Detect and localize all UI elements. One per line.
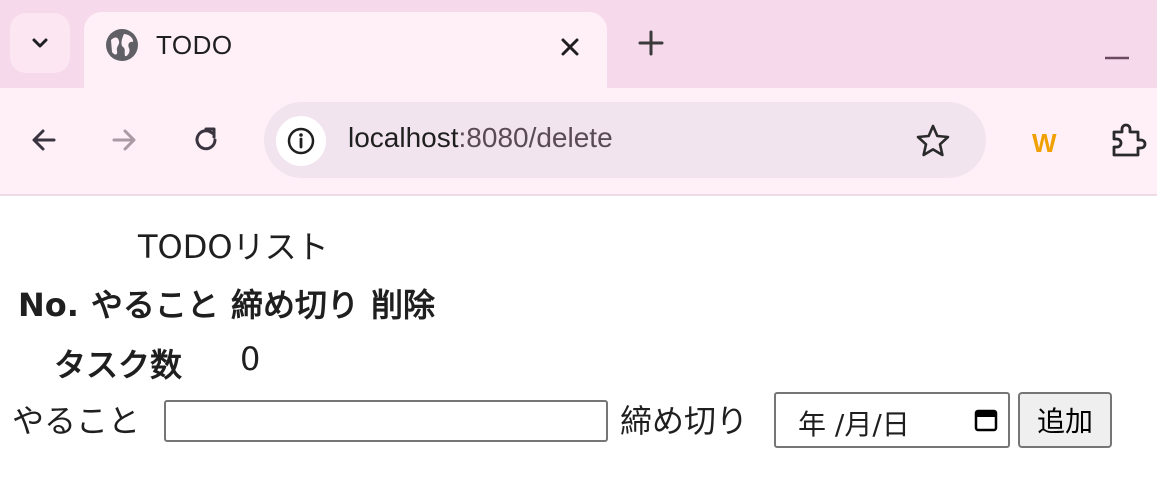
chevron-down-icon — [32, 38, 48, 48]
plus-icon[interactable] — [634, 26, 668, 60]
url-text: localhost:8080/delete — [348, 122, 613, 154]
url-host: localhost — [348, 122, 459, 153]
page-content: TODOリスト No. やること 締め切り 削除 タスク数 0 やること 締め切り 年… — [0, 196, 1157, 496]
info-icon — [287, 127, 315, 155]
date-placeholder: 年 /月/日 — [798, 408, 910, 441]
reload-icon — [195, 127, 217, 151]
extension-w-button[interactable]: W — [1032, 128, 1057, 159]
tab-title: TODO — [156, 30, 233, 60]
header-deadline: 締め切り — [230, 286, 359, 324]
todo-label: やること — [12, 402, 141, 440]
task-count-value: 0 — [240, 340, 261, 378]
task-count-label: タスク数 — [54, 346, 183, 384]
tab-strip: TODO — [0, 0, 1157, 88]
back-button[interactable] — [24, 120, 64, 160]
header-no: No. — [18, 286, 79, 324]
globe-icon — [106, 29, 138, 61]
todo-input[interactable] — [164, 400, 608, 442]
add-task-form: やること 締め切り 年 /月/日 追加 — [12, 392, 1152, 448]
url-path: :8080/delete — [458, 122, 613, 153]
header-delete: 削除 — [370, 286, 435, 324]
active-tab[interactable]: TODO — [84, 12, 607, 88]
minimize-icon[interactable] — [1104, 52, 1130, 64]
tab-search-button[interactable] — [10, 13, 70, 73]
puzzle-icon[interactable] — [1108, 120, 1148, 160]
close-icon[interactable] — [555, 32, 585, 62]
deadline-label: 締め切り — [620, 402, 749, 440]
site-info-button[interactable] — [276, 116, 326, 166]
calendar-icon[interactable] — [972, 406, 1000, 434]
page-title: TODOリスト — [138, 228, 329, 266]
add-button[interactable]: 追加 — [1018, 392, 1112, 448]
arrow-left-icon — [32, 129, 56, 151]
address-bar[interactable]: localhost:8080/delete — [264, 102, 986, 178]
browser-toolbar: localhost:8080/delete W — [0, 88, 1157, 196]
table-header-row: No. やること 締め切り 削除 — [18, 280, 447, 326]
deadline-date-input[interactable]: 年 /月/日 — [774, 392, 1010, 448]
star-icon[interactable] — [914, 122, 952, 160]
reload-button[interactable] — [186, 120, 226, 160]
forward-button[interactable] — [104, 120, 144, 160]
header-todo: やること — [90, 286, 219, 324]
arrow-right-icon — [112, 129, 136, 151]
